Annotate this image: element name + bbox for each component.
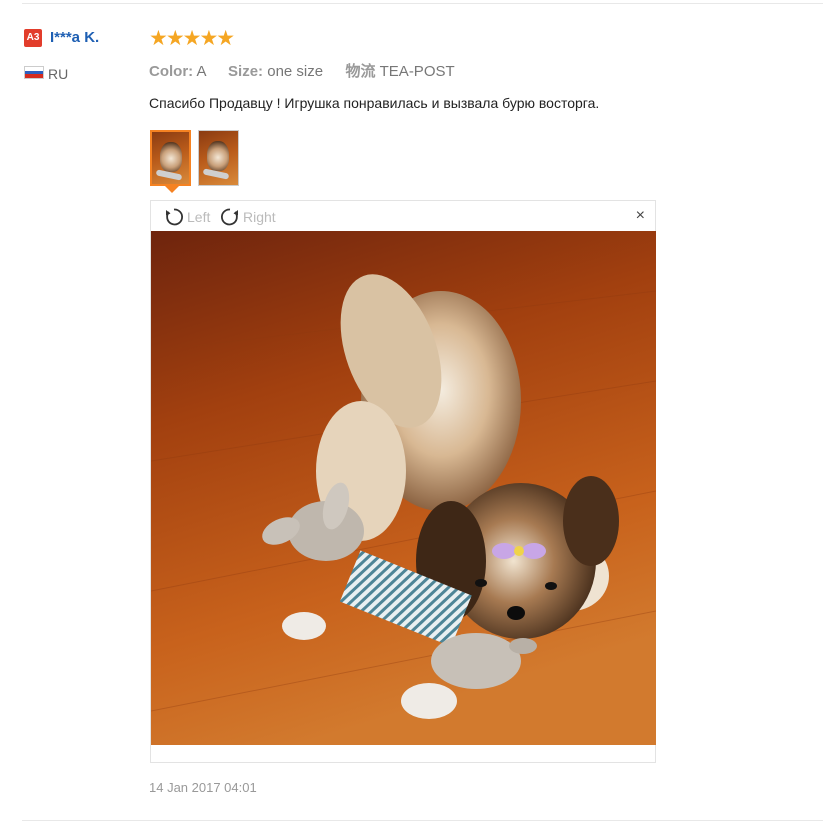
rotate-right-label: Right — [243, 209, 276, 225]
reviewer-country: RU — [48, 66, 69, 82]
russia-flag-icon — [24, 66, 44, 79]
color-label: Color: — [149, 63, 194, 80]
reviewer-name[interactable]: I***a K. — [50, 29, 99, 46]
rotate-left-button[interactable]: Left — [163, 206, 210, 228]
rotate-left-label: Left — [187, 209, 211, 225]
size-label: Size: — [228, 63, 264, 80]
rotate-left-icon — [166, 208, 183, 226]
buyer-level-badge: A3 — [24, 29, 42, 47]
review-text: Спасибо Продавцу ! Игрушка понравилась и… — [149, 95, 600, 111]
shipping-label: 物流 — [345, 63, 376, 80]
viewer-toolbar: Left Right × — [151, 201, 655, 231]
image-viewer: Left Right × — [150, 200, 656, 763]
rotate-right-icon — [221, 208, 238, 226]
size-value: one size — [267, 63, 324, 80]
shipping-value: TEA-POST — [379, 63, 455, 80]
review-date: 14 Jan 2017 04:01 — [149, 780, 257, 795]
close-viewer-button[interactable]: × — [636, 208, 645, 224]
bottom-divider — [22, 820, 823, 821]
star-rating: ★★★★★ — [149, 27, 235, 50]
selected-thumbnail-caret — [165, 186, 179, 193]
review-thumbnail-1[interactable] — [150, 130, 191, 186]
dog-thumbnail-image — [207, 141, 229, 171]
order-attributes: Color: A Size: one size 物流 TEA-POST — [149, 60, 455, 81]
color-value: A — [196, 63, 206, 80]
toy-thumbnail-image — [202, 168, 230, 180]
top-divider — [22, 3, 823, 4]
dog-thumbnail-image — [160, 142, 182, 172]
review-thumbnail-2[interactable] — [198, 130, 239, 186]
toy-thumbnail-image — [155, 169, 183, 181]
rotate-right-button[interactable]: Right — [219, 206, 276, 228]
review-photo[interactable] — [151, 231, 656, 745]
